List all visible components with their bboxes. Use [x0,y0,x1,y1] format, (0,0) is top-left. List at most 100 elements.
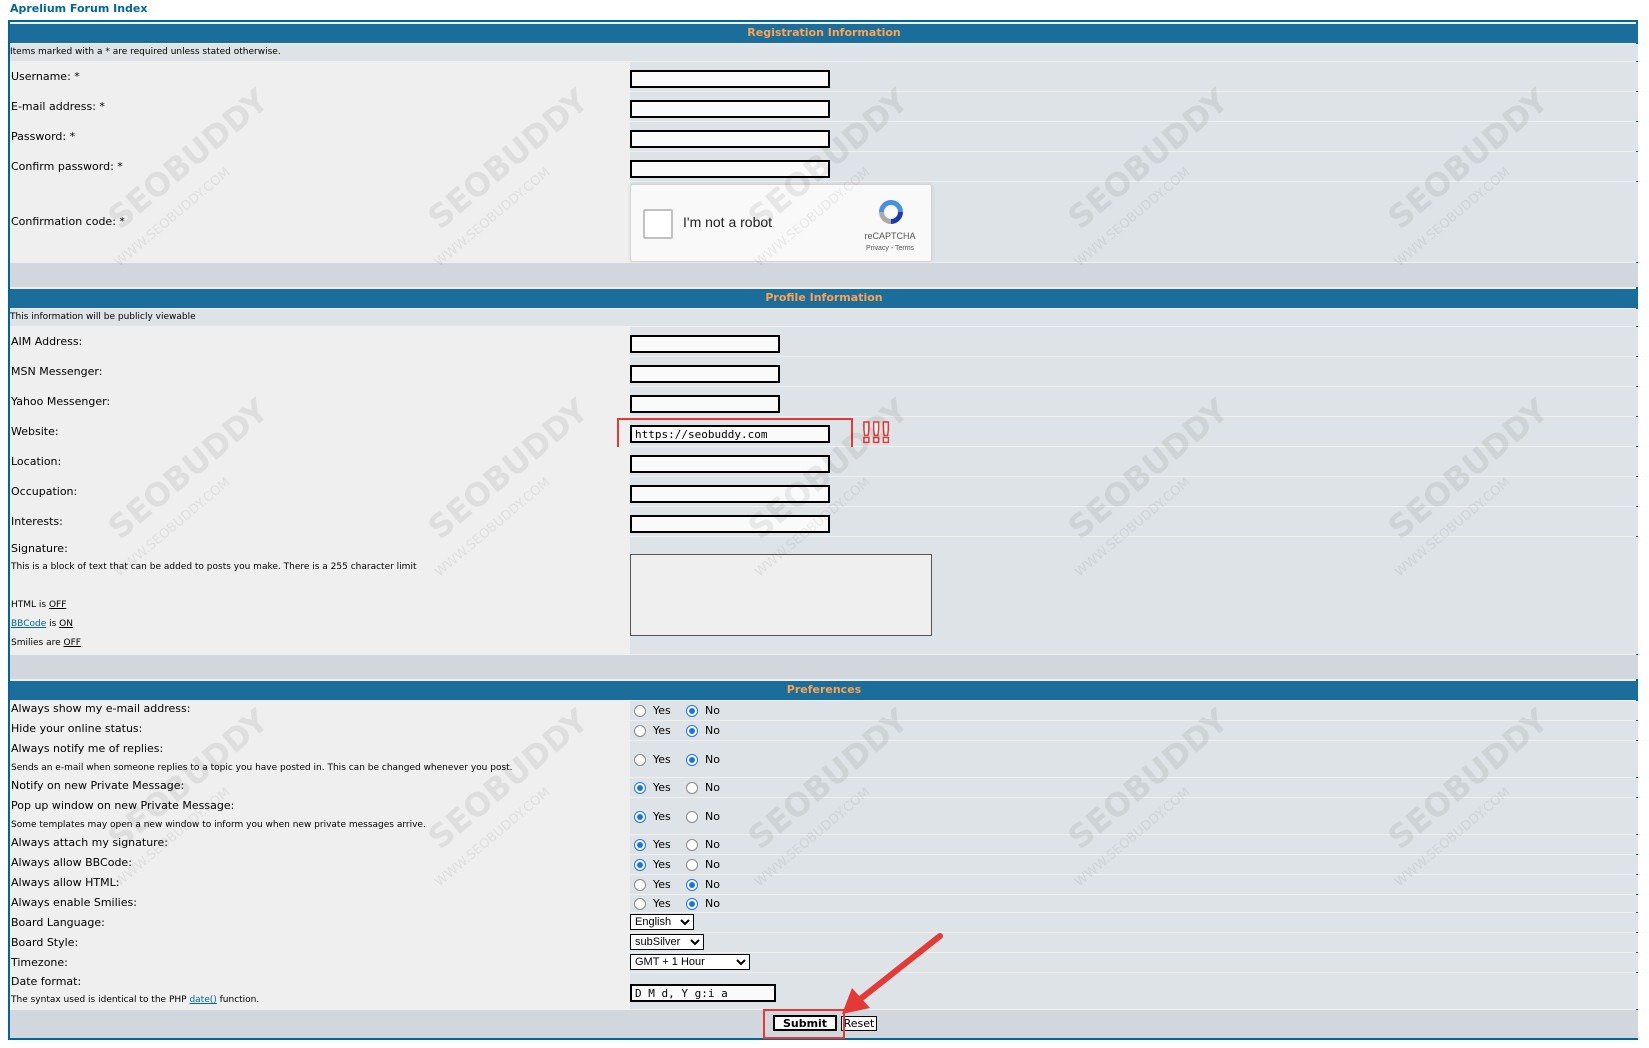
preference-cell [630,875,1638,894]
recaptcha-widget: I'm not a robot reCAPTCHA Privacy - Term… [630,184,932,262]
no-label: No [705,897,720,910]
smilies-status-value: OFF [63,638,81,648]
yes-label: Yes [653,838,671,851]
website-label: Website: [11,425,59,438]
preference-row: Always notify me of replies: Sends an e-m… [10,741,1638,777]
annotation-arrow-icon [842,933,943,1014]
username-input[interactable] [630,70,830,88]
date-format-input[interactable] [630,984,776,1002]
confirm-password-input[interactable] [630,160,830,178]
yes-radio[interactable] [634,705,646,717]
smilies-status: Smilies are OFF [11,638,81,648]
preference-label: Always allow HTML: [11,876,120,889]
yes-radio[interactable] [634,725,646,737]
preference-row: Always allow BBCode: [10,855,1638,874]
no-radio[interactable] [686,879,698,891]
aim-cell [630,327,1638,356]
no-label: No [705,810,720,823]
preference-cell [630,855,1638,874]
signature-textarea[interactable] [630,554,932,636]
preference-label: Always show my e-mail address: [11,702,191,715]
yes-radio[interactable] [634,782,646,794]
date-format-cell [630,973,1638,1009]
interests-input[interactable] [630,515,830,533]
yes-radio[interactable] [634,811,646,823]
date-format-help-suffix: function. [216,995,260,1005]
aim-row: AIM Address: [10,327,1638,356]
date-format-help-prefix: The syntax used is identical to the PHP [11,995,190,1005]
yahoo-row: Yahoo Messenger: [10,387,1638,416]
php-date-link[interactable]: date() [189,995,216,1005]
board-language-select[interactable]: English [630,914,694,930]
yes-label: Yes [653,704,671,717]
preference-row: Always enable Smilies: [10,895,1638,912]
no-radio[interactable] [686,811,698,823]
yes-radio[interactable] [634,879,646,891]
timezone-select[interactable]: GMT + 1 Hour [630,954,750,970]
submit-highlight-box [763,1009,845,1039]
preference-cell [630,721,1638,740]
no-radio[interactable] [686,782,698,794]
preference-label: Notify on new Private Message: [11,779,185,792]
no-radio[interactable] [686,725,698,737]
occupation-input[interactable] [630,485,830,503]
preference-label: Always enable Smilies: [11,896,137,909]
preference-help: Some templates may open a new window to … [11,820,426,830]
preference-label: Hide your online status: [11,722,143,735]
preference-cell [630,778,1638,797]
password-input[interactable] [630,130,830,148]
section-spacer-2 [10,655,1638,679]
preference-cell [630,741,1638,777]
timezone-cell [630,953,1638,972]
yes-radio[interactable] [634,754,646,766]
location-input[interactable] [630,455,830,473]
timezone-label: Timezone: [11,956,68,969]
password-label: Password: * [11,130,76,143]
bbcode-status-value: ON [59,619,73,629]
date-format-help: The syntax used is identical to the PHP … [11,995,259,1005]
recaptcha-checkbox[interactable] [643,209,673,239]
no-radio[interactable] [686,859,698,871]
style-cell [630,933,1638,952]
no-radio[interactable] [686,754,698,766]
no-radio[interactable] [686,705,698,717]
breadcrumb-forum-index[interactable]: Aprelium Forum Index [10,2,147,15]
yes-label: Yes [653,878,671,891]
no-label: No [705,858,720,871]
preferences-header: Preferences [10,681,1638,700]
bbcode-link[interactable]: BBCode [11,619,46,629]
username-label: Username: * [11,70,80,83]
no-label: No [705,724,720,737]
recaptcha-privacy-terms[interactable]: Privacy - Terms [853,245,927,252]
required-note: Items marked with a * are required unles… [10,44,1638,61]
no-label: No [705,753,720,766]
email-input[interactable] [630,100,830,118]
aim-input[interactable] [630,335,780,353]
html-status-prefix: HTML is [11,600,49,610]
preference-label: Always attach my signature: [11,836,168,849]
preference-label: Pop up window on new Private Message: [11,799,235,812]
no-radio[interactable] [686,898,698,910]
yahoo-label: Yahoo Messenger: [11,395,111,408]
profile-note-text: This information will be publicly viewab… [10,312,196,322]
location-label: Location: [11,455,62,468]
board-style-select[interactable]: subSilver [630,934,704,950]
no-label: No [705,878,720,891]
yes-radio[interactable] [634,859,646,871]
aim-label: AIM Address: [11,335,83,348]
yes-radio[interactable] [634,839,646,851]
msn-label: MSN Messenger: [11,365,103,378]
signature-label: Signature: [11,542,68,555]
preference-cell [630,701,1638,720]
msn-input[interactable] [630,365,780,383]
no-label: No [705,838,720,851]
recaptcha-label: I'm not a robot [683,214,773,230]
no-radio[interactable] [686,839,698,851]
preference-cell [630,835,1638,854]
yes-label: Yes [653,897,671,910]
yahoo-input[interactable] [630,395,780,413]
language-label: Board Language: [11,916,105,929]
recaptcha-brand: reCAPTCHA [864,231,916,241]
preference-row: Always show my e-mail address: [10,701,1638,720]
yes-radio[interactable] [634,898,646,910]
